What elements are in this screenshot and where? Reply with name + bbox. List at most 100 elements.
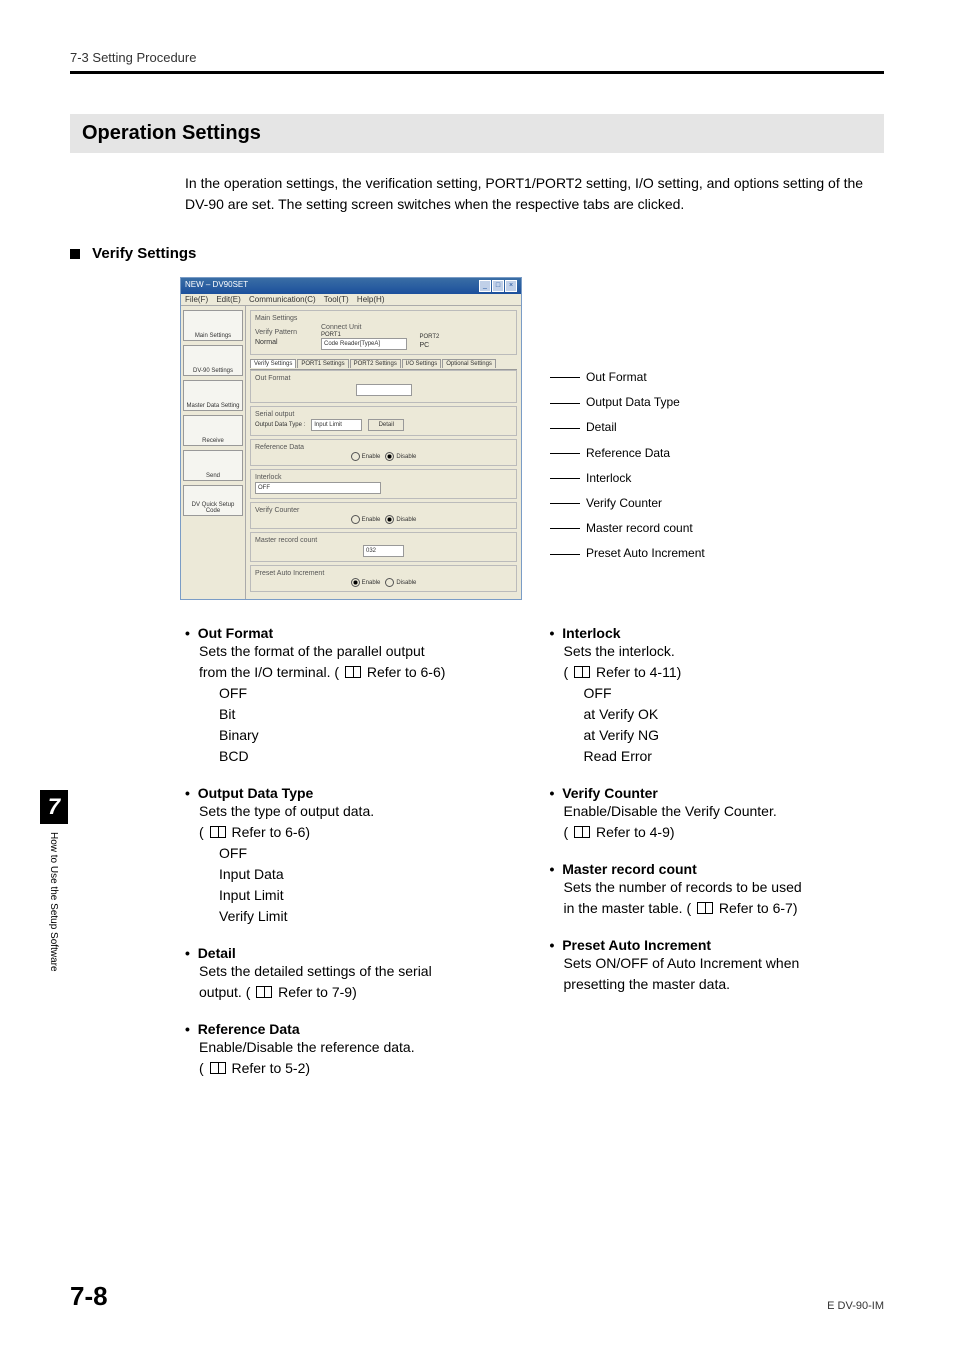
book-icon — [210, 826, 226, 838]
item-title-detail: Detail — [185, 945, 520, 961]
sidebar-item-send[interactable]: Send — [183, 450, 243, 481]
interlock-select[interactable]: OFF — [255, 482, 381, 494]
master-record-desc: Sets the number of records to be used — [564, 877, 885, 898]
callout-out-format: Out Format — [550, 365, 705, 390]
app-sidebar: Main Settings DV-90 Settings Master Data… — [181, 306, 246, 599]
verify-counter-disable-radio[interactable] — [385, 515, 394, 524]
interlock-ref-a: ( — [564, 664, 573, 680]
reference-data-label: Reference Data — [255, 444, 512, 451]
sidebar-item-quick-setup[interactable]: DV Quick Setup Code — [183, 485, 243, 516]
book-icon — [574, 666, 590, 678]
list-item: BCD — [219, 746, 520, 767]
reference-data-ref-b: Refer to 5-2) — [228, 1060, 310, 1076]
window-title: NEW – DV90SET — [185, 280, 248, 292]
sub-heading-text: Verify Settings — [92, 245, 196, 262]
minimize-icon[interactable]: _ — [479, 280, 491, 292]
menu-help[interactable]: Help(H) — [357, 295, 385, 304]
tab-port2-settings[interactable]: PORT2 Settings — [350, 359, 401, 368]
master-record-desc2a: in the master table. ( — [564, 900, 696, 916]
callout-detail: Detail — [550, 415, 705, 440]
chapter-side-tab: 7 How to Use the Setup Software — [40, 790, 68, 972]
main-settings-panel: Main Settings Verify Pattern Normal Conn… — [250, 310, 517, 355]
header-rule — [70, 71, 884, 74]
master-record-label: Master record count — [255, 537, 512, 544]
verify-counter-ref-a: ( — [564, 824, 573, 840]
chapter-number: 7 — [40, 790, 68, 824]
callout-reference-data: Reference Data — [550, 441, 705, 466]
serial-output-panel: Serial output Output Data Type : Input L… — [250, 406, 517, 436]
disable-label: Disable — [396, 454, 416, 460]
sidebar-item-dv90-settings[interactable]: DV-90 Settings — [183, 345, 243, 376]
out-format-desc2b: Refer to 6-6) — [363, 664, 445, 680]
preset-auto-desc2: presetting the master data. — [564, 974, 885, 995]
verify-counter-panel: Verify Counter Enable Disable — [250, 502, 517, 529]
preset-auto-desc1: Sets ON/OFF of Auto Increment when — [564, 953, 885, 974]
list-item: at Verify OK — [584, 704, 885, 725]
port2-value: PC — [420, 342, 513, 349]
callout-verify-counter: Verify Counter — [550, 491, 705, 516]
menu-file[interactable]: File(F) — [185, 295, 208, 304]
chapter-label: How to Use the Setup Software — [48, 832, 59, 972]
out-format-label: Out Format — [255, 375, 512, 382]
close-icon[interactable]: × — [505, 280, 517, 292]
output-data-type-select[interactable]: Input Limit — [311, 419, 362, 431]
app-window: NEW – DV90SET _□× File(F) Edit(E) Commun… — [180, 277, 522, 600]
menu-tool[interactable]: Tool(T) — [324, 295, 349, 304]
tab-io-settings[interactable]: I/O Settings — [402, 359, 441, 368]
output-data-type-desc: Sets the type of output data. — [199, 801, 520, 822]
callout-master-record: Master record count — [550, 516, 705, 541]
preset-auto-panel: Preset Auto Increment Enable Disable — [250, 565, 517, 592]
square-bullet-icon — [70, 249, 80, 259]
preset-auto-enable-radio[interactable] — [351, 578, 360, 587]
tab-port1-settings[interactable]: PORT1 Settings — [297, 359, 348, 368]
output-data-type-ref-b: Refer to 6-6) — [228, 824, 310, 840]
port1-value[interactable]: Code Reader[TypeA] — [321, 338, 407, 350]
out-format-select[interactable] — [356, 384, 412, 396]
list-item: Binary — [219, 725, 520, 746]
master-record-desc2b: Refer to 6-7) — [715, 900, 797, 916]
out-format-desc1: Sets the format of the parallel output — [199, 641, 520, 662]
list-item: Verify Limit — [219, 906, 520, 927]
interlock-desc: Sets the interlock. — [564, 641, 885, 662]
menubar[interactable]: File(F) Edit(E) Communication(C) Tool(T)… — [181, 294, 521, 306]
reference-data-panel: Reference Data Enable Disable — [250, 439, 517, 466]
list-item: OFF — [584, 683, 885, 704]
out-format-panel: Out Format — [250, 370, 517, 403]
menu-edit[interactable]: Edit(E) — [216, 295, 240, 304]
out-format-desc2a: from the I/O terminal. ( — [199, 664, 343, 680]
reference-enable-radio[interactable] — [351, 452, 360, 461]
maximize-icon[interactable]: □ — [492, 280, 504, 292]
detail-desc2b: Refer to 7-9) — [274, 984, 356, 1000]
page-number: 7-8 — [70, 1281, 108, 1312]
menu-communication[interactable]: Communication(C) — [249, 295, 316, 304]
preset-auto-label: Preset Auto Increment — [255, 570, 512, 577]
master-record-select[interactable]: 032 — [363, 545, 404, 557]
verify-counter-enable-radio[interactable] — [351, 515, 360, 524]
list-item: OFF — [219, 683, 520, 704]
window-controls[interactable]: _□× — [478, 280, 517, 292]
connect-unit-label: Connect Unit — [321, 324, 512, 331]
verify-pattern-label: Verify Pattern — [255, 329, 315, 336]
tab-verify-settings[interactable]: Verify Settings — [250, 359, 296, 368]
reference-data-ref-a: ( — [199, 1060, 208, 1076]
verify-counter-ref-b: Refer to 4-9) — [592, 824, 674, 840]
verify-counter-label: Verify Counter — [255, 507, 512, 514]
interlock-panel: Interlock OFF — [250, 469, 517, 499]
tab-optional-settings[interactable]: Optional Settings — [442, 359, 496, 368]
book-icon — [697, 902, 713, 914]
sidebar-item-master-data[interactable]: Master Data Setting — [183, 380, 243, 411]
sidebar-item-receive[interactable]: Receive — [183, 415, 243, 446]
item-title-interlock: Interlock — [550, 625, 885, 641]
reference-disable-radio[interactable] — [385, 452, 394, 461]
app-main: Main Settings Verify Pattern Normal Conn… — [246, 306, 521, 599]
port2-label: PORT2 — [420, 334, 513, 340]
detail-button[interactable]: Detail — [368, 419, 404, 431]
sidebar-item-main-settings[interactable]: Main Settings — [183, 310, 243, 341]
enable-label-3: Enable — [362, 580, 381, 586]
item-title-reference-data: Reference Data — [185, 1021, 520, 1037]
callout-preset-auto: Preset Auto Increment — [550, 541, 705, 566]
item-title-verify-counter: Verify Counter — [550, 785, 885, 801]
tab-bar[interactable]: Verify SettingsPORT1 SettingsPORT2 Setti… — [250, 358, 517, 370]
reference-data-desc: Enable/Disable the reference data. — [199, 1037, 520, 1058]
preset-auto-disable-radio[interactable] — [385, 578, 394, 587]
